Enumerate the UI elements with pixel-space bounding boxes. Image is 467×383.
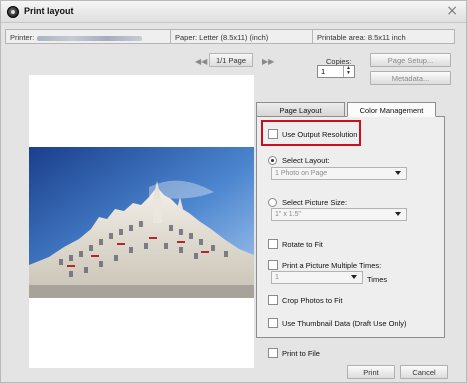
window-title: Print layout	[24, 6, 74, 16]
tab-color-management[interactable]: Color Management	[347, 102, 436, 117]
print-to-file-label: Print to File	[282, 349, 320, 358]
close-icon[interactable]: ×	[446, 3, 458, 19]
use-output-resolution-checkbox[interactable]	[268, 129, 278, 139]
tab-page-layout[interactable]: Page Layout	[256, 102, 345, 117]
use-thumbnail-label: Use Thumbnail Data (Draft Use Only)	[282, 319, 407, 328]
printable-area-info: Printable area: 8.5x11 inch	[312, 29, 455, 44]
rotate-to-fit-checkbox[interactable]	[268, 239, 278, 249]
times-dropdown-value: 1	[275, 274, 279, 281]
hotel-photo	[29, 147, 254, 298]
paper-info: Paper: Letter (8.5x11) (inch)	[170, 29, 313, 44]
select-layout-radio[interactable]	[268, 156, 277, 165]
print-multiple-checkbox[interactable]	[268, 260, 278, 270]
select-layout-label: Select Layout:	[282, 156, 330, 165]
print-multiple-label: Print a Picture Multiple Times:	[282, 261, 382, 270]
times-label: Times	[367, 275, 388, 284]
crop-photos-label: Crop Photos to Fit	[282, 296, 343, 305]
crop-photos-checkbox[interactable]	[268, 295, 278, 305]
title-bar: Print layout ×	[1, 1, 466, 23]
printer-name-redacted	[37, 35, 143, 41]
chevron-down-icon	[395, 171, 401, 175]
select-picture-size-label: Select Picture Size:	[282, 198, 348, 207]
picture-size-dropdown-value: 1" x 1.5"	[275, 211, 301, 218]
printer-info: Printer:	[5, 29, 171, 44]
copies-stepper[interactable]: ▲ ▼	[343, 66, 353, 77]
chevron-down-icon	[395, 212, 401, 216]
rotate-to-fit-label: Rotate to Fit	[282, 240, 323, 249]
select-picture-size-radio[interactable]	[268, 198, 277, 207]
picture-size-dropdown[interactable]: 1" x 1.5"	[271, 208, 407, 221]
page-setup-button[interactable]: Page Setup...	[370, 53, 451, 67]
app-logo-icon	[7, 6, 19, 18]
times-dropdown[interactable]: 1	[271, 271, 363, 284]
page-indicator: 1/1 Page	[209, 53, 253, 67]
print-button[interactable]: Print	[347, 365, 395, 379]
layout-dropdown[interactable]: 1 Photo on Page	[271, 167, 407, 180]
use-thumbnail-checkbox[interactable]	[268, 318, 278, 328]
printer-label: Printer:	[10, 33, 35, 42]
metadata-button[interactable]: Metadata...	[370, 71, 451, 85]
last-page-icon[interactable]: ▶▶	[262, 57, 274, 66]
cancel-button[interactable]: Cancel	[400, 365, 448, 379]
print-to-file-checkbox[interactable]	[268, 348, 278, 358]
layout-dropdown-value: 1 Photo on Page	[275, 170, 328, 177]
print-layout-dialog: Print layout × Printer: Paper: Letter (8…	[0, 0, 467, 383]
first-page-icon[interactable]: ◀◀	[195, 57, 207, 66]
use-output-resolution-label: Use Output Resolution	[282, 130, 358, 139]
preview-photo	[29, 147, 254, 298]
chevron-down-icon	[351, 275, 357, 279]
